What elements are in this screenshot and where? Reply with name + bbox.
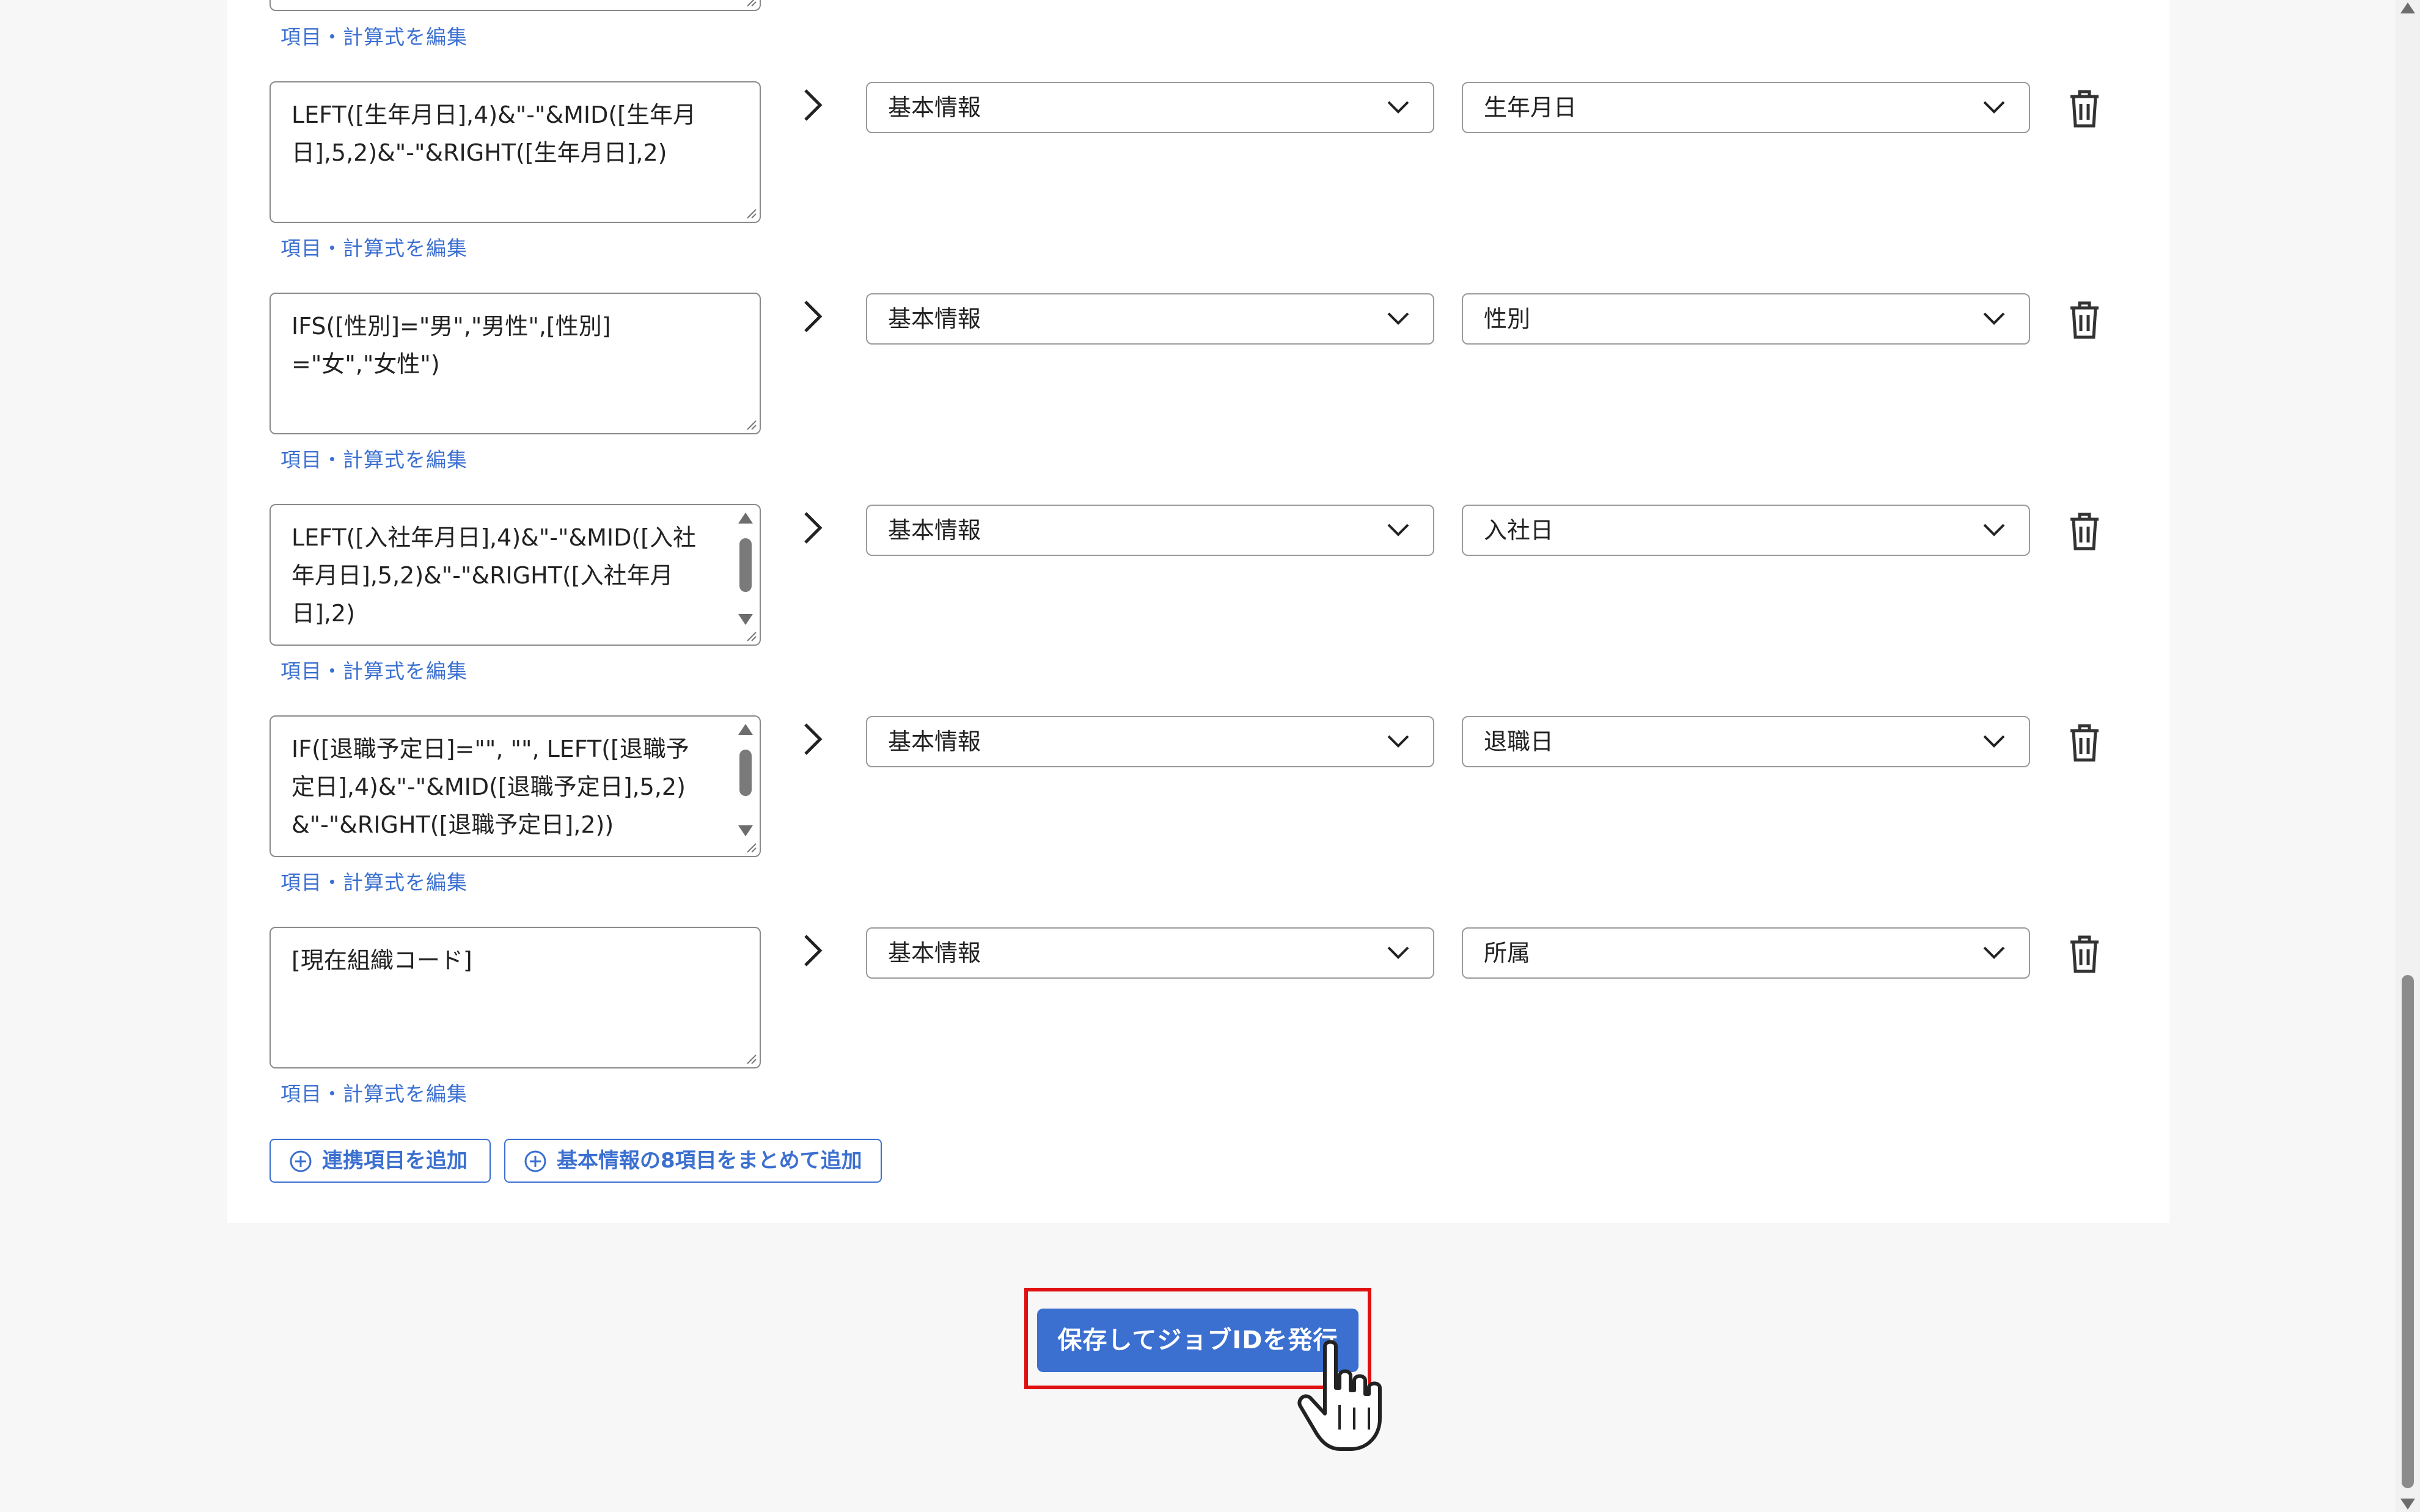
resize-grip-icon[interactable]	[744, 417, 757, 431]
category-select[interactable]: 基本情報	[866, 927, 1434, 979]
field-select[interactable]: 性別	[1462, 293, 2030, 345]
add-basic-info-bulk-label: 基本情報の8項目をまとめて追加	[557, 1149, 862, 1173]
field-select-value: 性別	[1484, 305, 1531, 332]
scrollbar-thumb[interactable]	[2402, 975, 2414, 1488]
edit-formula-link[interactable]: 項目・計算式を編集	[280, 444, 468, 473]
category-select-value: 基本情報	[888, 728, 981, 755]
chevron-down-icon	[1983, 735, 2005, 748]
chevron-down-icon	[1983, 312, 2005, 325]
field-select-value: 入社日	[1484, 517, 1554, 544]
add-mapping-item-label: 連携項目を追加	[322, 1149, 468, 1173]
formula-text: [現在組織コード]	[292, 947, 472, 974]
chevron-right-icon	[804, 89, 823, 121]
edit-formula-link[interactable]: 項目・計算式を編集	[280, 1078, 468, 1107]
trash-icon[interactable]	[2068, 723, 2101, 762]
category-select[interactable]: 基本情報	[866, 293, 1434, 345]
field-select[interactable]: 退職日	[1462, 716, 2030, 767]
resize-grip-icon[interactable]	[744, 840, 757, 853]
formula-textarea[interactable]: IF([退職予定日]="", "", LEFT([退職予定日],4)&"-"&M…	[270, 715, 761, 857]
textarea-scrollbar[interactable]	[736, 511, 755, 625]
formula-text: LEFT([生年月日],4)&"-"&MID([生年月日],5,2)&"-"&R…	[292, 101, 696, 166]
formula-textarea-partial[interactable]	[270, 0, 761, 11]
chevron-right-icon	[804, 935, 823, 966]
page-scrollbar[interactable]	[2396, 0, 2420, 1512]
category-select-value: 基本情報	[888, 940, 981, 966]
formula-text: LEFT([入社年月日],4)&"-"&MID([入社年月日],5,2)&"-"…	[292, 524, 696, 627]
category-select[interactable]: 基本情報	[866, 716, 1434, 767]
formula-text: IF([退職予定日]="", "", LEFT([退職予定日],4)&"-"&M…	[292, 736, 689, 838]
chevron-down-icon	[1387, 946, 1409, 959]
formula-textarea[interactable]: [現在組織コード]	[270, 927, 761, 1068]
category-select-value: 基本情報	[888, 305, 981, 332]
trash-icon[interactable]	[2068, 89, 2101, 128]
resize-grip-icon[interactable]	[744, 1051, 757, 1065]
category-select[interactable]: 基本情報	[866, 505, 1434, 556]
formula-textarea[interactable]: LEFT([入社年月日],4)&"-"&MID([入社年月日],5,2)&"-"…	[270, 504, 761, 646]
field-select-value: 所属	[1484, 940, 1531, 966]
scroll-up-icon[interactable]	[2400, 2, 2415, 13]
textarea-scrollbar[interactable]	[736, 723, 755, 836]
chevron-right-icon	[804, 723, 823, 755]
plus-circle-icon	[290, 1150, 312, 1172]
category-select-value: 基本情報	[888, 517, 981, 544]
formula-textarea[interactable]: LEFT([生年月日],4)&"-"&MID([生年月日],5,2)&"-"&R…	[270, 81, 761, 223]
field-select[interactable]: 入社日	[1462, 505, 2030, 556]
edit-formula-link[interactable]: 項目・計算式を編集	[280, 232, 468, 261]
plus-circle-icon	[524, 1150, 546, 1172]
chevron-down-icon	[1983, 946, 2005, 959]
field-select[interactable]: 生年月日	[1462, 82, 2030, 133]
chevron-right-icon	[804, 301, 823, 332]
resize-grip-icon[interactable]	[744, 629, 757, 642]
chevron-down-icon	[1387, 312, 1409, 325]
edit-formula-link[interactable]: 項目・計算式を編集	[280, 21, 468, 50]
add-mapping-item-button[interactable]: 連携項目を追加	[270, 1139, 491, 1183]
field-select[interactable]: 所属	[1462, 927, 2030, 979]
trash-icon[interactable]	[2068, 935, 2101, 974]
hand-pointer-icon	[1297, 1340, 1382, 1451]
category-select[interactable]: 基本情報	[866, 82, 1434, 133]
resize-grip-icon[interactable]	[744, 0, 757, 7]
chevron-down-icon	[1387, 101, 1409, 114]
formula-text: IFS([性別]="男","男性",[性別]="女","女性")	[292, 313, 611, 378]
add-basic-info-bulk-button[interactable]: 基本情報の8項目をまとめて追加	[504, 1139, 882, 1183]
chevron-down-icon	[1983, 524, 2005, 536]
scroll-down-icon[interactable]	[2400, 1499, 2415, 1510]
trash-icon[interactable]	[2068, 301, 2101, 340]
chevron-down-icon	[1387, 735, 1409, 748]
resize-grip-icon[interactable]	[744, 206, 757, 219]
chevron-down-icon	[1387, 524, 1409, 536]
chevron-down-icon	[1983, 101, 2005, 114]
category-select-value: 基本情報	[888, 94, 981, 121]
trash-icon[interactable]	[2068, 512, 2101, 551]
formula-textarea[interactable]: IFS([性別]="男","男性",[性別]="女","女性")	[270, 293, 761, 434]
field-select-value: 生年月日	[1484, 94, 1577, 121]
edit-formula-link[interactable]: 項目・計算式を編集	[280, 866, 468, 896]
chevron-right-icon	[804, 512, 823, 544]
field-select-value: 退職日	[1484, 728, 1554, 755]
edit-formula-link[interactable]: 項目・計算式を編集	[280, 655, 468, 684]
